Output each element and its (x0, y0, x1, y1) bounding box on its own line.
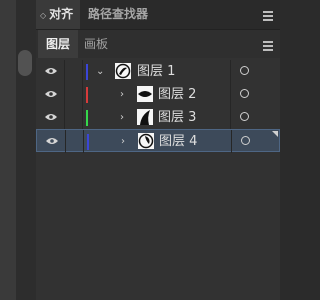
layer-name[interactable]: 图层 4 (159, 130, 197, 153)
column-divider (82, 60, 83, 83)
column-divider (230, 83, 231, 106)
layers-panel: ◇ 对齐 路径查找器 图层 画板 ⌄ 图层 1 › 图层 2 › 图层 3 › … (36, 0, 280, 300)
chevron-right-icon[interactable]: › (120, 83, 124, 106)
panel-tab-bar: 图层 画板 (36, 30, 280, 58)
dock-menu-icon[interactable] (263, 11, 273, 23)
column-divider (82, 106, 83, 129)
tab-pathfinder-label: 路径查找器 (88, 7, 149, 21)
layer-name[interactable]: 图层 2 (158, 83, 196, 106)
layer-row[interactable]: ⌄ 图层 1 (36, 60, 280, 83)
layer-color-bar (86, 110, 88, 126)
visibility-eye-icon[interactable] (45, 67, 57, 75)
target-circle-icon[interactable] (240, 66, 249, 75)
selection-corner-icon (272, 131, 278, 137)
layer-color-bar (86, 87, 88, 103)
visibility-eye-icon[interactable] (46, 137, 58, 145)
layer-thumbnail (137, 86, 153, 102)
target-circle-icon[interactable] (240, 89, 249, 98)
column-divider (65, 130, 66, 153)
left-toolbar-edge (0, 0, 16, 300)
layer-row-selected[interactable]: › 图层 4 (36, 129, 280, 153)
layer-color-bar (87, 134, 89, 150)
left-scrollbar-thumb[interactable] (18, 50, 32, 76)
column-divider (83, 130, 84, 153)
tab-artboards[interactable]: 画板 (76, 30, 116, 58)
tab-align-label: 对齐 (49, 7, 74, 21)
visibility-eye-icon[interactable] (45, 90, 57, 98)
visibility-eye-icon[interactable] (45, 113, 57, 121)
layer-thumbnail (115, 63, 131, 79)
column-divider (64, 106, 65, 129)
column-divider (231, 130, 232, 153)
layer-name[interactable]: 图层 1 (137, 60, 175, 83)
layers-list: ⌄ 图层 1 › 图层 2 › 图层 3 › 图层 4 (36, 60, 280, 153)
target-circle-icon[interactable] (240, 112, 249, 121)
layer-row[interactable]: › 图层 2 (36, 83, 280, 106)
column-divider (230, 106, 231, 129)
chevron-right-icon[interactable]: › (121, 130, 125, 153)
panel-menu-icon[interactable] (263, 41, 273, 53)
chevron-down-icon[interactable]: ⌄ (96, 60, 104, 83)
layer-thumbnail (138, 133, 154, 149)
layer-name[interactable]: 图层 3 (158, 106, 196, 129)
layer-row[interactable]: › 图层 3 (36, 106, 280, 129)
tab-artboards-label: 画板 (84, 37, 109, 51)
column-divider (82, 83, 83, 106)
left-scrollbar-track[interactable] (16, 0, 36, 300)
layer-color-bar (86, 64, 88, 80)
layer-thumbnail (137, 109, 153, 125)
tab-layers-label: 图层 (46, 37, 71, 51)
column-divider (64, 60, 65, 83)
updown-arrows-icon[interactable]: ◇ (40, 11, 46, 20)
tab-layers[interactable]: 图层 (38, 30, 79, 58)
chevron-right-icon[interactable]: › (120, 106, 124, 129)
tab-pathfinder[interactable]: 路径查找器 (88, 0, 148, 29)
dock-tab-bar: ◇ 对齐 路径查找器 (36, 0, 280, 30)
target-circle-icon[interactable] (241, 136, 250, 145)
tab-align[interactable]: ◇ 对齐 (36, 0, 80, 29)
column-divider (230, 60, 231, 83)
column-divider (64, 83, 65, 106)
